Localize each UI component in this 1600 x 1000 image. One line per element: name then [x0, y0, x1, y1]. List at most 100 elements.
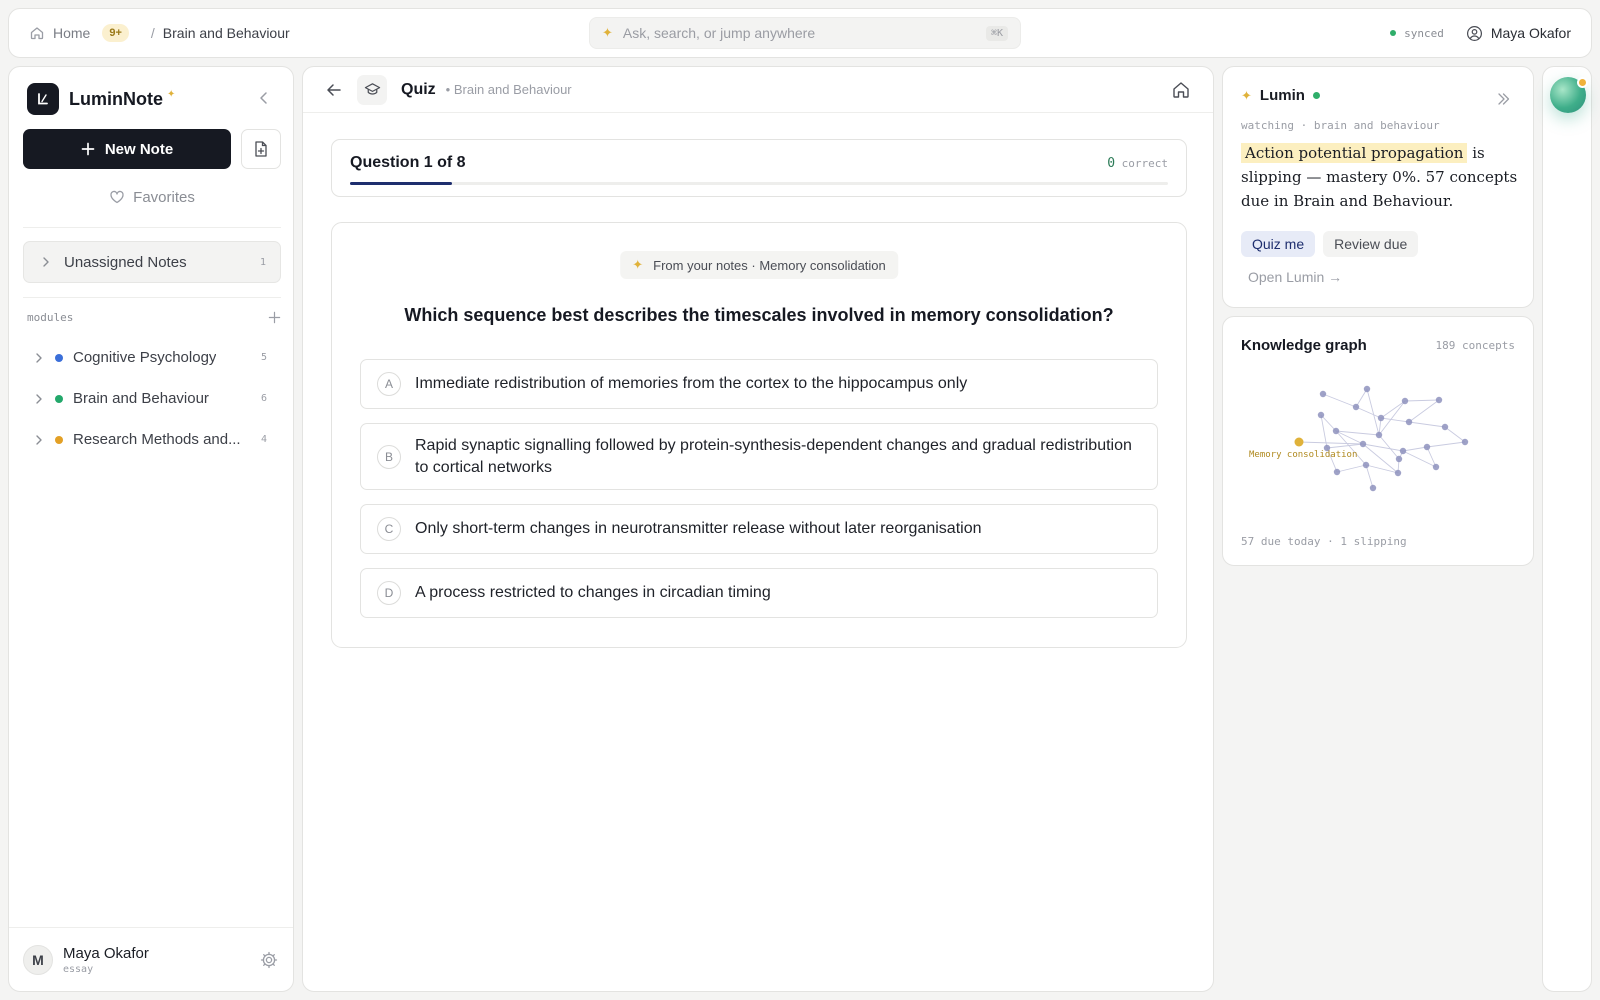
graph-edge — [1355, 406, 1382, 419]
graph-edge — [1366, 388, 1380, 436]
question-text: Which sequence best describes the timesc… — [404, 305, 1114, 325]
lumin-title: Lumin — [1259, 87, 1305, 104]
graph-edge — [1408, 399, 1440, 423]
quiz-me-button[interactable]: Quiz me — [1241, 231, 1316, 257]
graph-node[interactable] — [1369, 484, 1377, 492]
breadcrumb-current[interactable]: Brain and Behaviour — [163, 25, 290, 41]
footer-user-name: Maya Okafor — [63, 944, 149, 962]
module-label: Research Methods and... — [73, 431, 241, 448]
graduation-cap-icon — [357, 74, 387, 105]
graph-count: 189 concepts — [1435, 339, 1515, 352]
graph-node[interactable] — [1423, 443, 1431, 451]
module-item[interactable]: Cognitive Psychology 5 — [23, 337, 281, 378]
graph-node[interactable] — [1401, 397, 1409, 405]
graph-edge — [1426, 441, 1466, 448]
graph-edge — [1444, 426, 1466, 443]
avatar[interactable]: M — [23, 944, 53, 975]
module-count: 5 — [260, 352, 267, 363]
breadcrumb-home[interactable]: Home — [53, 25, 90, 41]
breadcrumb-separator: / — [150, 25, 155, 41]
sparkle-icon: ✦ — [602, 25, 613, 40]
graph-node[interactable] — [1375, 431, 1383, 439]
user-circle-icon — [1466, 25, 1482, 41]
knowledge-graph[interactable]: Memory consolidation — [1223, 367, 1535, 527]
chevron-right-icon — [43, 257, 49, 267]
graph-edge — [1426, 446, 1437, 468]
add-module-icon[interactable] — [268, 311, 281, 324]
back-arrow-icon[interactable] — [325, 81, 343, 99]
question-card: ✦ From your notes · Memory consolidation… — [331, 222, 1187, 648]
graph-edge — [1380, 400, 1406, 419]
home-icon[interactable] — [29, 25, 45, 41]
graph-node[interactable] — [1377, 414, 1385, 422]
notification-badge[interactable]: 9+ — [102, 24, 129, 42]
answer-option-a[interactable]: A Immediate redistribution of memories f… — [360, 359, 1158, 409]
user-name[interactable]: Maya Okafor — [1491, 25, 1571, 41]
graph-node[interactable] — [1362, 461, 1370, 469]
graph-node[interactable] — [1317, 411, 1325, 419]
page-subtitle: • Brain and Behaviour — [445, 82, 572, 97]
expand-panel-icon[interactable] — [1495, 91, 1511, 107]
module-label: Cognitive Psychology — [73, 349, 217, 366]
option-letter: B — [377, 444, 401, 469]
unassigned-notes-label: Unassigned Notes — [64, 253, 187, 271]
open-lumin-link[interactable]: Open Lumin → — [1248, 269, 1342, 285]
status-dot-icon — [1312, 92, 1320, 99]
module-item[interactable]: Research Methods and... 4 — [23, 419, 281, 460]
footer-user-subtitle: essay — [63, 963, 94, 975]
divider — [23, 297, 281, 298]
graph-node[interactable] — [1399, 447, 1407, 455]
answer-options: A Immediate redistribution of memories f… — [360, 359, 1158, 632]
graph-node[interactable] — [1432, 463, 1440, 471]
option-text: A process restricted to changes in circa… — [415, 584, 771, 601]
brand-name: LuminNote — [69, 88, 163, 109]
plus-icon — [81, 142, 95, 156]
progress-track — [350, 182, 1168, 185]
module-item[interactable]: Brain and Behaviour 6 — [23, 378, 281, 419]
answer-option-d[interactable]: D A process restricted to changes in cir… — [360, 568, 1158, 618]
graph-edge — [1408, 421, 1446, 428]
focus-node-label: Memory consolidation — [1249, 450, 1357, 460]
favorites-label: Favorites — [133, 188, 195, 206]
quiz-progress: Question 1 of 8 0 correct — [331, 139, 1187, 197]
unassigned-notes-item[interactable]: Unassigned Notes 1 — [23, 241, 281, 283]
graph-edge — [1404, 399, 1440, 402]
graph-node[interactable] — [1332, 427, 1340, 435]
correct-label: correct — [1121, 157, 1168, 170]
graph-node[interactable] — [1395, 455, 1403, 463]
graph-node[interactable] — [1333, 468, 1341, 476]
sparkle-icon: ✦ — [632, 257, 644, 272]
insight-highlight[interactable]: Action potential propagation — [1241, 143, 1468, 163]
lumin-insight: Action potential propagation is slipping… — [1241, 141, 1521, 213]
new-note-button[interactable]: New Note — [23, 129, 231, 169]
graph-node[interactable] — [1394, 469, 1402, 477]
progress-fill — [350, 182, 453, 185]
graph-node[interactable] — [1435, 396, 1443, 404]
file-plus-icon — [255, 141, 267, 157]
focus-node[interactable] — [1294, 437, 1304, 447]
graph-node[interactable] — [1359, 440, 1367, 448]
import-note-button[interactable] — [241, 129, 281, 169]
graph-node[interactable] — [1319, 390, 1327, 398]
graph-node[interactable] — [1363, 385, 1371, 393]
home-icon[interactable] — [1171, 80, 1191, 100]
graph-node[interactable] — [1441, 423, 1449, 431]
favorites-link[interactable]: Favorites — [23, 179, 281, 215]
assistant-orb-icon[interactable] — [1550, 77, 1588, 113]
graph-edge — [1402, 450, 1437, 468]
answer-option-b[interactable]: B Rapid synaptic signalling followed by … — [360, 423, 1158, 490]
search-input[interactable] — [622, 25, 976, 41]
gear-icon[interactable] — [259, 950, 279, 970]
search-bar[interactable]: ✦ ⌘K — [589, 17, 1021, 49]
review-due-button[interactable]: Review due — [1323, 231, 1419, 257]
graph-node[interactable] — [1405, 418, 1413, 426]
graph-node[interactable] — [1461, 438, 1469, 446]
graph-node[interactable] — [1352, 403, 1360, 411]
page-title: Quiz — [401, 80, 436, 98]
brand[interactable]: LuminNote ✦ — [27, 83, 175, 115]
option-letter: A — [377, 372, 401, 396]
collapse-sidebar-icon[interactable] — [255, 89, 273, 107]
answer-option-c[interactable]: C Only short-term changes in neurotransm… — [360, 504, 1158, 554]
user-menu[interactable]: Maya Okafor — [1466, 25, 1571, 42]
lumin-actions: Quiz me Review due — [1241, 231, 1419, 257]
